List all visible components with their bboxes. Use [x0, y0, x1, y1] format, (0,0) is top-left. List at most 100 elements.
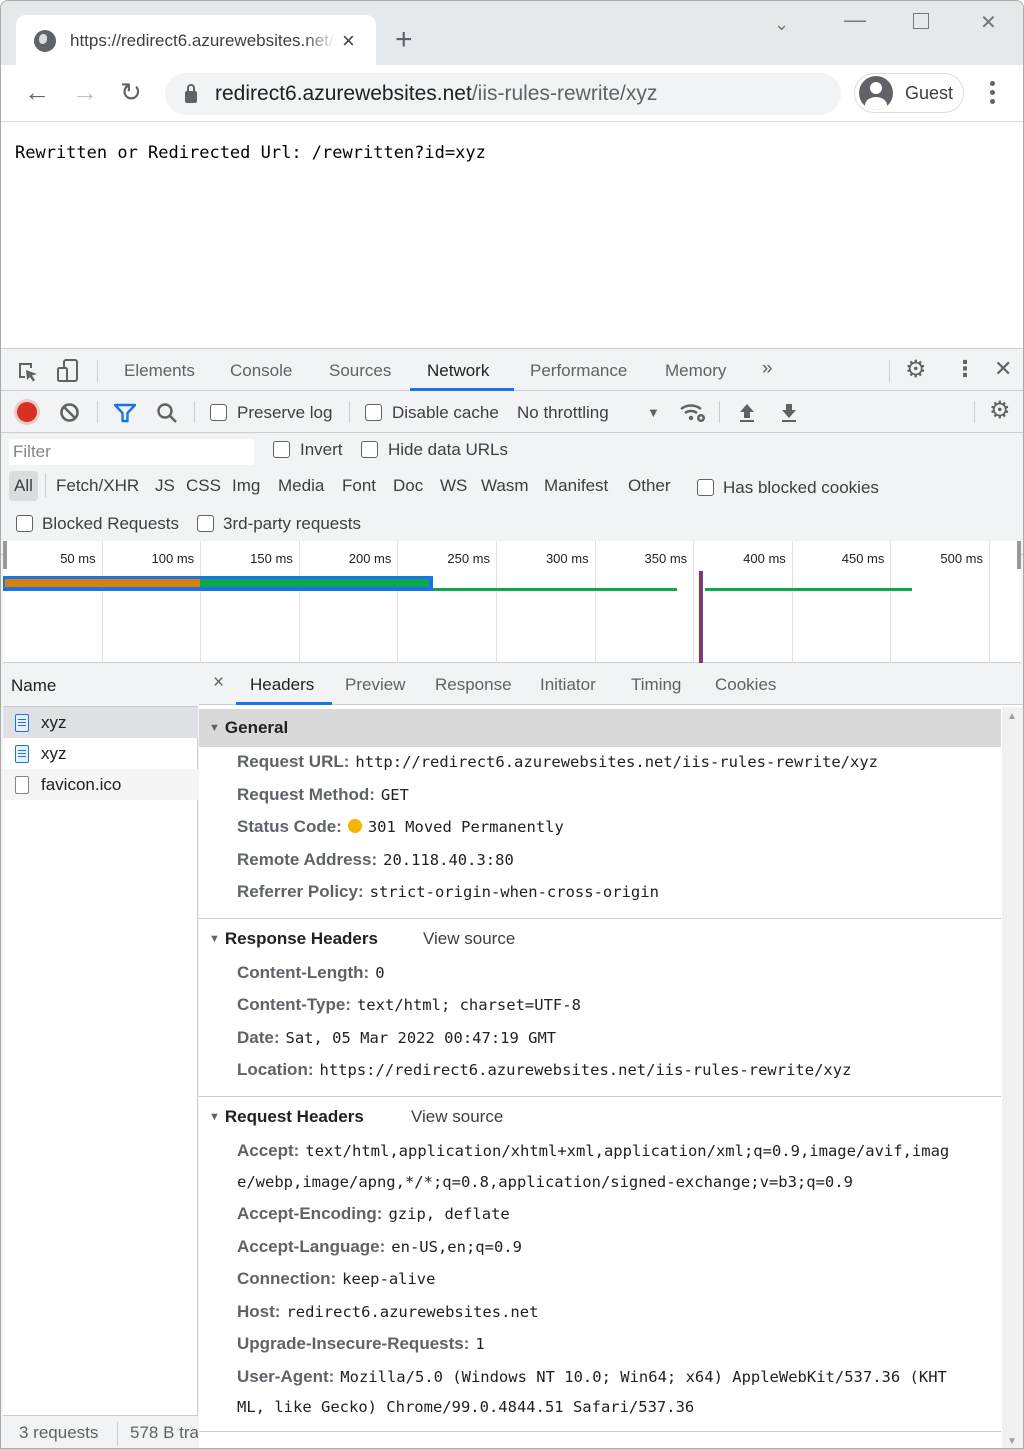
header-value: 301 Moved Permanently — [367, 818, 564, 836]
document-icon — [15, 744, 29, 763]
timeline-gridline — [791, 541, 793, 663]
new-tab-button[interactable]: + — [395, 25, 413, 55]
response-view-source-link[interactable]: View source — [423, 929, 515, 949]
browser-menu-kebab-icon[interactable] — [985, 81, 999, 105]
tab-preview[interactable]: Preview — [345, 675, 405, 695]
tab-close-icon[interactable]: × — [342, 30, 355, 52]
tab-elements[interactable]: Elements — [124, 361, 195, 381]
close-detail-icon[interactable]: × — [213, 672, 224, 694]
type-filter-js[interactable]: JS — [155, 476, 175, 496]
devtools-menu-kebab-icon[interactable]: ⋮ — [954, 358, 976, 380]
filter-funnel-icon[interactable] — [114, 403, 136, 423]
scroll-up-arrow-icon[interactable]: ▲ — [1007, 711, 1017, 722]
browser-tab[interactable]: https://redirect6.azurewebsites.net/iis-… — [16, 15, 376, 67]
tab-memory[interactable]: Memory — [665, 361, 726, 381]
lock-icon[interactable] — [185, 84, 197, 103]
clear-icon[interactable] — [59, 402, 80, 423]
inspect-element-icon[interactable] — [17, 361, 39, 383]
detail-scrollbar[interactable]: ▲ ▼ — [1002, 707, 1023, 1448]
timeline-tick-label: 200 ms — [348, 551, 392, 566]
transfer-size: 578 B transferred — [130, 1423, 198, 1442]
general-section-header[interactable]: ▼ General — [199, 709, 1001, 747]
filter-input-box[interactable] — [9, 439, 254, 465]
tab-performance[interactable]: Performance — [530, 361, 627, 381]
file-icon — [15, 775, 29, 794]
throttling-select[interactable]: No throttling — [517, 403, 609, 423]
type-filter-all[interactable]: All — [9, 471, 38, 501]
disable-cache-checkbox[interactable] — [365, 404, 382, 421]
reload-button[interactable]: ↻ — [120, 79, 142, 105]
request-name: xyz — [41, 712, 67, 732]
tab-network[interactable]: Network — [427, 361, 489, 381]
preserve-log-checkbox[interactable] — [210, 404, 227, 421]
timeline-right-handle[interactable] — [1017, 541, 1021, 569]
type-filter-css[interactable]: CSS — [186, 476, 221, 496]
maximize-button[interactable] — [913, 13, 929, 29]
throttling-dropdown-icon[interactable]: ▼ — [647, 406, 660, 419]
export-har-download-icon[interactable] — [780, 402, 798, 424]
timeline-tick-label: 150 ms — [250, 551, 293, 566]
network-settings-gear-icon[interactable]: ⚙ — [989, 399, 1011, 423]
blocked-requests-checkbox[interactable] — [16, 515, 33, 532]
divider — [117, 1422, 118, 1446]
hide-data-urls-checkbox[interactable] — [361, 441, 378, 458]
back-button[interactable]: ← — [24, 79, 50, 105]
type-filter-ws[interactable]: WS — [440, 476, 467, 496]
request-headers-section-header[interactable]: ▼ Request Headers View source — [199, 1098, 1001, 1136]
type-filter-wasm[interactable]: Wasm — [481, 476, 529, 496]
request-row[interactable]: favicon.ico — [3, 769, 198, 800]
tab-headers[interactable]: Headers — [250, 675, 314, 695]
more-tabs-chevron-icon[interactable]: » — [762, 358, 773, 380]
search-icon[interactable] — [156, 402, 178, 424]
request-row[interactable]: xyz — [3, 707, 198, 738]
request-bar-download-2[interactable] — [432, 588, 678, 591]
invert-checkbox[interactable] — [273, 441, 290, 458]
request-row[interactable]: xyz — [3, 738, 198, 769]
type-filter-img[interactable]: Img — [232, 476, 260, 496]
tab-sources[interactable]: Sources — [329, 361, 391, 381]
request-bar-download-3[interactable] — [705, 588, 913, 591]
section-divider — [199, 1431, 1001, 1432]
record-button[interactable] — [17, 402, 37, 422]
header-value: strict-origin-when-cross-origin — [369, 883, 659, 901]
header-key: Location: — [237, 1060, 314, 1079]
general-row-request-url: Request URL: http://redirect6.azurewebsit… — [237, 752, 878, 772]
filter-input[interactable] — [9, 439, 254, 465]
settings-gear-icon[interactable]: ⚙ — [905, 358, 927, 382]
type-filter-other[interactable]: Other — [628, 476, 671, 496]
timeline-left-handle[interactable] — [3, 541, 7, 569]
close-window-button[interactable]: ✕ — [980, 13, 997, 33]
third-party-requests-checkbox[interactable] — [197, 515, 214, 532]
network-conditions-wifi-icon[interactable] — [679, 402, 707, 424]
request-view-source-link[interactable]: View source — [411, 1107, 503, 1127]
response-headers-section-header[interactable]: ▼ Response Headers View source — [199, 920, 1001, 958]
tab-console[interactable]: Console — [230, 361, 292, 381]
dom-content-loaded-marker[interactable] — [701, 571, 704, 663]
request-bar-download[interactable] — [200, 579, 429, 587]
type-filter-doc[interactable]: Doc — [393, 476, 423, 496]
scroll-down-arrow-icon[interactable]: ▼ — [1007, 1436, 1017, 1447]
type-filter-media[interactable]: Media — [278, 476, 324, 496]
tab-initiator[interactable]: Initiator — [540, 675, 596, 695]
tab-cookies[interactable]: Cookies — [715, 675, 776, 695]
tab-response[interactable]: Response — [435, 675, 512, 695]
section-divider — [199, 918, 1001, 919]
type-filter-manifest[interactable]: Manifest — [544, 476, 608, 496]
has-blocked-cookies-checkbox[interactable] — [697, 479, 714, 496]
tab-timing[interactable]: Timing — [631, 675, 681, 695]
import-har-upload-icon[interactable] — [738, 402, 756, 424]
forward-button[interactable]: → — [72, 79, 98, 105]
close-devtools-icon[interactable]: ✕ — [994, 358, 1012, 380]
name-column-header[interactable]: Name — [3, 663, 198, 707]
profile-button[interactable]: Guest — [854, 73, 964, 113]
type-filter-font[interactable]: Font — [342, 476, 376, 496]
minimize-button[interactable]: — — [844, 9, 866, 31]
network-overview-timeline[interactable]: 50 ms 100 ms 150 ms 200 ms 250 ms 300 ms 350 m… — [3, 541, 1021, 663]
request-bar-waiting[interactable] — [5, 579, 201, 587]
type-filter-fetch-xhr[interactable]: Fetch/XHR — [56, 476, 139, 496]
address-bar[interactable]: redirect6.azurewebsites.net/iis-rules-re… — [165, 73, 841, 115]
tab-search-chevron-down-icon[interactable]: ⌄ — [774, 15, 789, 33]
request-count: 3 requests — [19, 1423, 99, 1442]
device-toolbar-icon[interactable] — [57, 359, 79, 383]
header-value: http://redirect6.azurewebsites.net/iis-r… — [355, 753, 878, 771]
